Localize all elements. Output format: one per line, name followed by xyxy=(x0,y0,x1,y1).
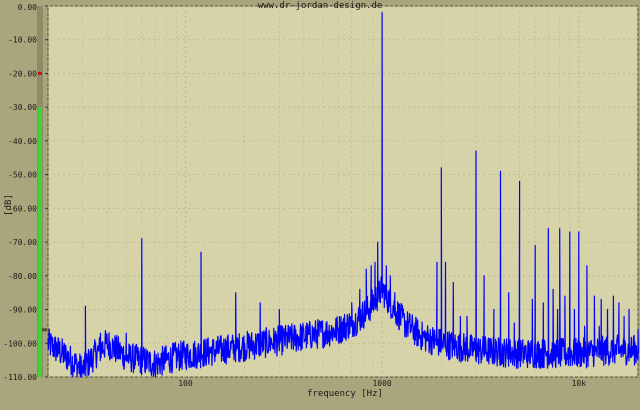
y-tick-label: -10.00 xyxy=(8,36,37,45)
y-tick-label: -80.00 xyxy=(8,272,37,281)
x-tick-label: 1000 xyxy=(372,379,391,388)
y-tick-label: -30.00 xyxy=(8,103,37,112)
level-meter-peak-marker xyxy=(38,71,42,75)
level-meter-fill xyxy=(38,107,42,377)
x-tick-label: 10k xyxy=(572,379,587,388)
y-tick-label: -90.00 xyxy=(8,306,37,315)
x-tick-label: 100 xyxy=(178,379,193,388)
spectrum-analyzer-window: 0.00-10.00-20.00-30.00-40.00-50.00-60.00… xyxy=(0,0,640,410)
y-axis-label: [dB] xyxy=(4,194,14,216)
y-tick-label: -40.00 xyxy=(8,137,37,146)
y-tick-label: -20.00 xyxy=(8,69,37,78)
y-tick-label: 0.00 xyxy=(18,3,37,12)
level-meter-pointer xyxy=(42,328,47,332)
watermark: www.dr-jordan-design.de xyxy=(258,1,383,11)
y-tick-label: -100.00 xyxy=(3,339,37,348)
x-axis-label: frequency [Hz] xyxy=(307,389,383,399)
y-tick-label: -70.00 xyxy=(8,238,37,247)
y-tick-label: -50.00 xyxy=(8,171,37,180)
y-tick-label: -110.00 xyxy=(3,373,37,382)
